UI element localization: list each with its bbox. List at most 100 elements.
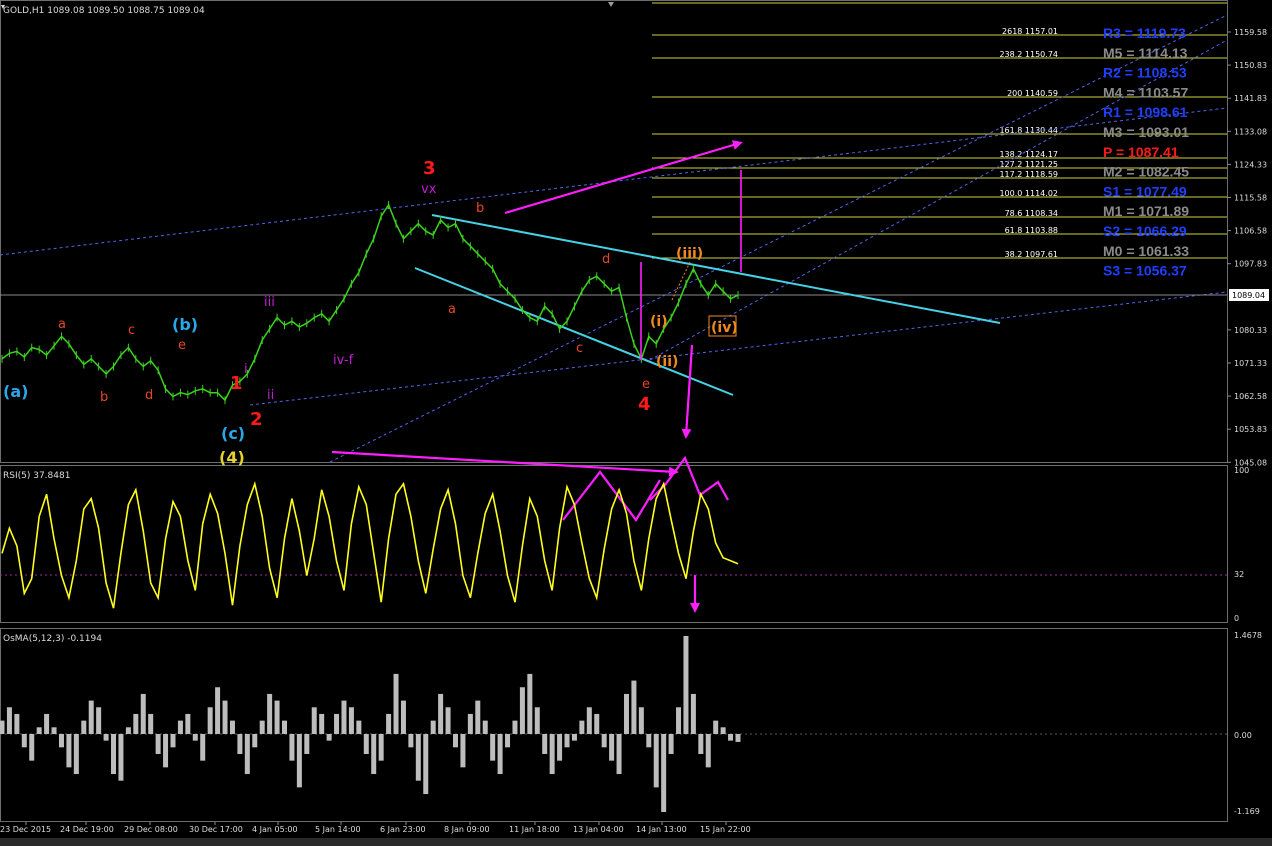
osma-bar <box>44 713 50 734</box>
osma-bar <box>274 700 280 734</box>
osma-bar <box>586 707 592 734</box>
time-axis-label: 5 Jan 14:00 <box>315 825 361 834</box>
magenta-annotations <box>331 140 743 613</box>
osma-bar <box>393 673 399 734</box>
rsi-zigzag-2 <box>649 455 729 501</box>
osma-bar <box>81 720 87 734</box>
wave-label-sub-e2: e <box>642 377 650 392</box>
channel-upper-line[interactable] <box>431 214 1001 324</box>
wave-label-iii-orange: (iii) <box>676 246 703 262</box>
osma-bar <box>430 720 436 734</box>
fib-label: 100.0 1114.02 <box>999 189 1058 198</box>
osma-bar <box>0 720 5 734</box>
osma-bar <box>103 733 109 741</box>
pivot-label: R3 = 1119.73 <box>1103 25 1186 41</box>
time-axis-label: 4 Jan 05:00 <box>252 825 298 834</box>
osma-bar <box>29 733 35 761</box>
osma-bar <box>646 733 652 748</box>
osma-axis-label: 0.00 <box>1234 731 1252 740</box>
pivot-label: M0 = 1061.33 <box>1103 243 1189 259</box>
pivot-label: S3 = 1056.37 <box>1103 263 1187 279</box>
price-axis-label: 1106.58 <box>1234 227 1267 236</box>
osma-bar <box>215 687 221 734</box>
wave-labels: (a) (b) (c) (4) a b c d e 1 2 3 4 i ii i… <box>3 158 738 467</box>
osma-bar <box>185 713 191 734</box>
osma-bar <box>125 727 131 734</box>
osma-bar <box>408 733 414 748</box>
rsi-axis-label: 100 <box>1234 466 1249 475</box>
down-arrow-main <box>681 344 694 439</box>
pivot-label: P = 1087.41 <box>1103 144 1179 160</box>
osma-bar <box>282 720 288 734</box>
shift-marker-icon[interactable] <box>608 2 614 7</box>
osma-bar <box>386 713 392 734</box>
wave-label-sub-b: b <box>100 390 108 405</box>
chart-window: 2618 1157.01 238.2 1150.74 200 1140.59 161.… <box>0 0 1272 846</box>
osma-bar <box>497 733 503 775</box>
osma-bar <box>222 700 228 734</box>
osma-bar <box>14 713 20 734</box>
osma-bar <box>163 733 169 768</box>
osma-bar <box>638 707 644 734</box>
osma-bar <box>594 713 600 734</box>
price-axis-label: 1080.33 <box>1234 326 1267 335</box>
osma-bar <box>616 733 622 775</box>
osma-bar <box>519 687 525 734</box>
dashed-trendlines <box>0 14 1228 463</box>
osma-bar <box>542 733 548 754</box>
osma-bar <box>631 680 637 734</box>
wave-label-iv-f: iv-f <box>333 353 354 368</box>
chart-canvas[interactable]: 2618 1157.01238.2 1150.74200 1140.59161.… <box>0 0 1272 846</box>
osma-bar <box>623 693 629 734</box>
rsi-line <box>1 480 739 609</box>
bottom-scroll-strip[interactable] <box>0 838 1272 846</box>
osma-bar <box>438 693 444 734</box>
rsi-label: RSI(5) 37.8481 <box>3 471 70 481</box>
osma-bar <box>571 733 577 741</box>
price-axis-label: 1124.33 <box>1234 160 1267 169</box>
osma-bar <box>148 713 154 734</box>
osma-bar <box>549 733 555 775</box>
osma-bar <box>601 733 607 748</box>
osma-bar <box>423 733 429 795</box>
symbol-header: GOLD,H1 1089.08 1089.50 1088.75 1089.04 <box>3 6 205 16</box>
fib-label: 2618 1157.01 <box>1002 27 1058 36</box>
osma-bar <box>311 707 317 734</box>
osma-bar <box>534 707 540 734</box>
steep-dashed-line-1 <box>329 14 1228 463</box>
time-axis-label: 13 Jan 04:00 <box>573 825 624 834</box>
osma-bar <box>267 693 273 734</box>
price-axis-label: 1071.33 <box>1234 359 1267 368</box>
wave-label-3: 3 <box>423 158 436 179</box>
time-axis-label: 24 Dec 19:00 <box>60 825 114 834</box>
osma-bar <box>319 713 325 734</box>
osma-bar <box>705 733 711 768</box>
osma-bar <box>73 733 79 775</box>
osma-bar <box>207 707 213 734</box>
osma-bar <box>564 733 570 748</box>
osma-bar <box>252 733 258 748</box>
pivot-levels: R3 = 1119.73 M5 = 1114.13 R2 = 1108.53 M4 =… <box>1103 25 1189 279</box>
osma-bar <box>713 720 719 734</box>
osma-bar <box>289 733 295 761</box>
osma-bar <box>155 733 161 754</box>
fib-label: 61.8 1103.88 <box>1005 226 1058 235</box>
osma-bar <box>482 720 488 734</box>
osma-bar <box>58 733 64 748</box>
osma-bar <box>88 700 94 734</box>
osma-bar <box>192 733 198 741</box>
osma-bar <box>668 733 674 754</box>
wave-label-4-yellow: (4) <box>219 448 245 467</box>
fib-label: 200 1140.59 <box>1007 89 1058 98</box>
wave-label-c: (c) <box>221 424 245 443</box>
wave-label-4: 4 <box>638 394 651 415</box>
osma-bar <box>475 700 481 734</box>
wave-label-sub-c: c <box>128 323 135 338</box>
pivot-label: S2 = 1066.29 <box>1103 223 1187 239</box>
wave-label-i: i <box>244 362 248 377</box>
osma-bar <box>140 693 146 734</box>
price-axis-label: 1141.83 <box>1234 94 1267 103</box>
osma-bar <box>557 733 563 761</box>
osma-bar <box>467 713 473 734</box>
fib-label: 38.2 1097.61 <box>1005 250 1058 259</box>
